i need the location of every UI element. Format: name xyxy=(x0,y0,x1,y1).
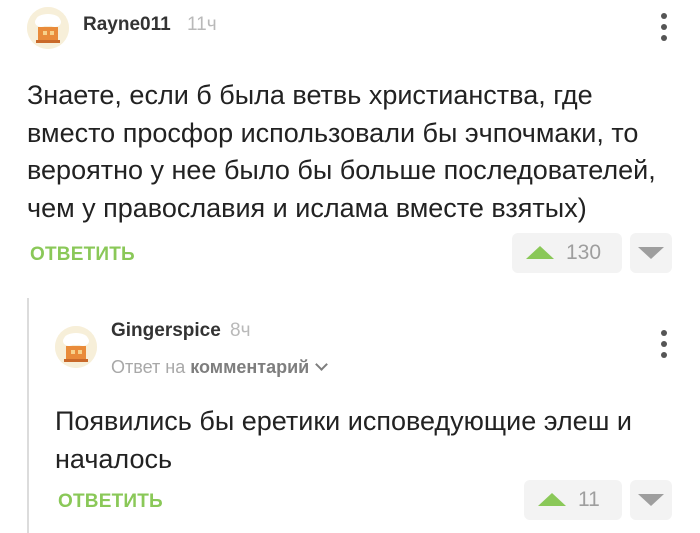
more-options-icon[interactable] xyxy=(654,11,674,45)
downvote-button[interactable] xyxy=(630,233,672,273)
reply-button[interactable]: ОТВЕТИТЬ xyxy=(58,491,163,513)
author-name[interactable]: Rayne011 xyxy=(83,14,171,36)
reply-to-prefix: Ответ на xyxy=(111,357,186,377)
comment-time: 8ч xyxy=(230,320,251,341)
downvote-icon xyxy=(638,494,664,506)
chevron-down-icon xyxy=(315,358,329,371)
reply-to-target: комментарий xyxy=(190,357,310,377)
reply-to-link[interactable]: Ответ на комментарий xyxy=(111,357,329,378)
comment-text: Знаете, если б была ветвь христианства, … xyxy=(27,80,656,223)
more-options-icon[interactable] xyxy=(654,328,674,362)
reply-button[interactable]: ОТВЕТИТЬ xyxy=(30,244,135,266)
author-name[interactable]: Gingerspice xyxy=(111,320,221,342)
downvote-button[interactable] xyxy=(630,480,672,520)
vote-count: 11 xyxy=(578,488,600,511)
avatar[interactable] xyxy=(55,326,97,368)
thread-line xyxy=(27,298,29,533)
vote-count: 130 xyxy=(566,241,602,264)
vote-box: 130 xyxy=(512,233,622,273)
comment-text: Появились бы еретики исповедующие элеш и… xyxy=(55,406,632,474)
avatar[interactable] xyxy=(27,7,69,49)
upvote-icon[interactable] xyxy=(526,246,554,259)
vote-box: 11 xyxy=(524,480,622,520)
upvote-icon[interactable] xyxy=(538,493,566,506)
downvote-icon xyxy=(638,247,664,259)
comment-time: 11ч xyxy=(187,14,217,35)
